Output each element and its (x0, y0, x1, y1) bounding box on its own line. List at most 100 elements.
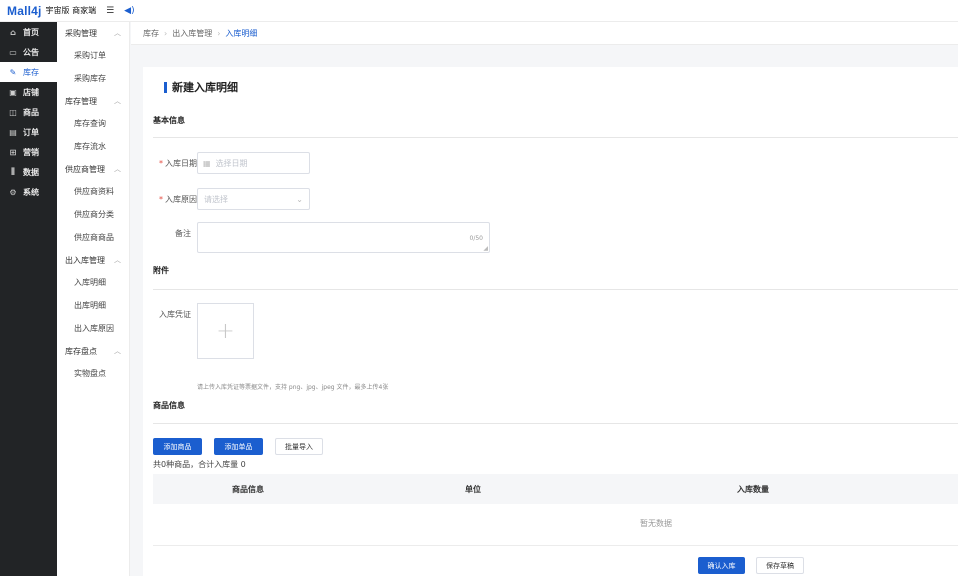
save-draft-button[interactable]: 保存草稿 (756, 557, 804, 574)
nav-item-label: 订单 (23, 127, 39, 137)
breadcrumb-item[interactable]: 出入库管理 (172, 28, 212, 39)
nav-item-label: 店铺 (23, 87, 39, 97)
submenu-item[interactable]: 实物盘点 (57, 362, 129, 385)
secondary-sidebar: 采购管理 ︿ 采购订单 采购库存 库存管理 ︿ 库存查询 库存流水 供应商管理 ︿ 供应商资料 供应商… (57, 22, 130, 576)
nav-item-8[interactable]: ⚙ 系统 (0, 182, 57, 202)
attachment-title: 附件 (153, 266, 169, 275)
nav-item-label: 公告 (23, 47, 39, 57)
remark-textarea[interactable]: 0/50 ◢ (197, 222, 490, 253)
table-header: 商品信息 单位 入库数量 (153, 474, 958, 504)
divider (153, 545, 958, 546)
submenu-item[interactable]: 入库明细 (57, 271, 129, 294)
remark-label: 备注 (175, 229, 191, 238)
nav-item-4[interactable]: ◫ 商品 (0, 102, 57, 122)
table-header-unit: 单位 (465, 484, 481, 494)
notice-icon: ▭ (9, 47, 17, 57)
resize-handle-icon[interactable]: ◢ (483, 245, 488, 252)
submenu-item[interactable]: 出入库原因 (57, 317, 129, 340)
nav-item-2[interactable]: ✎ 库存 (0, 62, 57, 82)
logo: Mall4j (7, 3, 42, 18)
goods-summary: 共0种商品，合计入库量 0 (153, 460, 246, 469)
settings-icon: ⚙ (9, 187, 17, 197)
edit-icon: ✎ (9, 67, 17, 77)
submenu-group-label: 供应商管理 (65, 164, 105, 174)
submenu-item[interactable]: 采购订单 (57, 44, 129, 67)
submenu-item[interactable]: 库存流水 (57, 135, 129, 158)
voucher-label: 入库凭证 (159, 310, 191, 319)
submenu-item[interactable]: 供应商商品 (57, 226, 129, 249)
goods-info-title: 商品信息 (153, 401, 185, 410)
empty-text: 暂无数据 (640, 519, 672, 528)
chevron-down-icon: ⌄ (296, 194, 303, 204)
goods-icon: ◫ (9, 107, 17, 117)
chevron-up-icon: ︿ (114, 29, 121, 37)
chevron-up-icon: ︿ (114, 165, 121, 173)
speaker-icon[interactable]: ◀︎) (124, 6, 134, 16)
reason-label: * 入库原因 (159, 195, 197, 204)
submenu-item[interactable]: 采购库存 (57, 67, 129, 90)
submenu-group[interactable]: 采购管理 ︿ (57, 22, 129, 44)
order-icon: ▤ (9, 127, 17, 137)
plus-icon: + (216, 318, 235, 344)
submenu-group-label: 库存盘点 (65, 346, 97, 356)
calendar-icon: ▦ (203, 158, 211, 168)
nav-item-6[interactable]: ⊞ 营销 (0, 142, 57, 162)
confirm-stock-in-button[interactable]: 确认入库 (698, 557, 745, 574)
breadcrumb-separator-icon: › (164, 28, 168, 38)
nav-item-label: 商品 (23, 107, 39, 117)
submenu-group[interactable]: 供应商管理 ︿ (57, 158, 129, 180)
nav-item-label: 数据 (23, 167, 39, 177)
primary-sidebar: ⌂ 首页 ▭ 公告 ✎ 库存 ▣ 店铺 ◫ 商品 ▤ 订单 ⊞ 营销 ⫼ 数据 ⚙ 系统 (0, 22, 57, 576)
main-content: 新建入库明细 基本信息 * 入库日期 ▦ 选择日期 * 入库原因 请选择 ⌄ 备注 … (143, 67, 958, 576)
submenu-group[interactable]: 出入库管理 ︿ (57, 249, 129, 271)
add-single-button[interactable]: 添加单品 (214, 438, 263, 455)
date-picker[interactable]: ▦ 选择日期 (197, 152, 310, 174)
breadcrumb-current: 入库明细 (225, 28, 258, 38)
submenu-group-label: 库存管理 (65, 96, 97, 106)
nav-item-label: 首页 (23, 27, 39, 37)
submenu-group-label: 采购管理 (65, 28, 97, 38)
remark-char-count: 0/50 (469, 235, 483, 242)
nav-item-7[interactable]: ⫼ 数据 (0, 162, 57, 182)
table-header-goods: 商品信息 (232, 484, 264, 494)
page-title: 新建入库明细 (164, 79, 238, 95)
submenu-group[interactable]: 库存盘点 ︿ (57, 340, 129, 362)
submenu-item[interactable]: 供应商资料 (57, 180, 129, 203)
nav-item-label: 系统 (23, 187, 39, 197)
breadcrumb-separator-icon: › (217, 28, 221, 38)
nav-item-0[interactable]: ⌂ 首页 (0, 22, 57, 42)
chart-icon: ⫼ (11, 167, 15, 176)
chevron-up-icon: ︿ (114, 97, 121, 105)
breadcrumb-item[interactable]: 库存 (143, 28, 159, 39)
menu-fold-icon[interactable]: ☰ (106, 6, 114, 16)
title-accent-bar (164, 81, 167, 93)
divider (153, 289, 958, 290)
submenu-group[interactable]: 库存管理 ︿ (57, 90, 129, 112)
nav-item-5[interactable]: ▤ 订单 (0, 122, 57, 142)
basic-info-title: 基本信息 (153, 116, 185, 125)
gift-icon: ⊞ (9, 147, 17, 157)
nav-item-1[interactable]: ▭ 公告 (0, 42, 57, 62)
nav-item-label: 营销 (23, 147, 39, 157)
divider (153, 137, 958, 138)
table-header-quantity: 入库数量 (737, 484, 769, 494)
upload-voucher-box[interactable]: + (197, 303, 254, 359)
submenu-item[interactable]: 出库明细 (57, 294, 129, 317)
submenu-group-label: 出入库管理 (65, 255, 105, 265)
divider (153, 423, 958, 424)
nav-item-label: 库存 (23, 67, 39, 77)
store-icon: ▣ (9, 87, 17, 97)
upload-hint: 请上传入库凭证等票据文件，支持 png、jpg、jpeg 文件，最多上传4张 (197, 384, 389, 391)
home-icon: ⌂ (10, 27, 16, 37)
reason-select[interactable]: 请选择 ⌄ (197, 188, 310, 210)
batch-import-button[interactable]: 批量导入 (275, 438, 323, 455)
submenu-item[interactable]: 供应商分类 (57, 203, 129, 226)
nav-item-3[interactable]: ▣ 店铺 (0, 82, 57, 102)
breadcrumb: 库存 › 出入库管理 › 入库明细 (131, 22, 958, 45)
date-label: * 入库日期 (159, 159, 197, 168)
submenu-item[interactable]: 库存查询 (57, 112, 129, 135)
add-goods-button[interactable]: 添加商品 (153, 438, 202, 455)
logo-subtitle: 宇宙版 商家端 (45, 6, 97, 15)
top-bar: Mall4j 宇宙版 商家端 ☰ ◀︎) (0, 0, 958, 22)
chevron-up-icon: ︿ (114, 347, 121, 355)
